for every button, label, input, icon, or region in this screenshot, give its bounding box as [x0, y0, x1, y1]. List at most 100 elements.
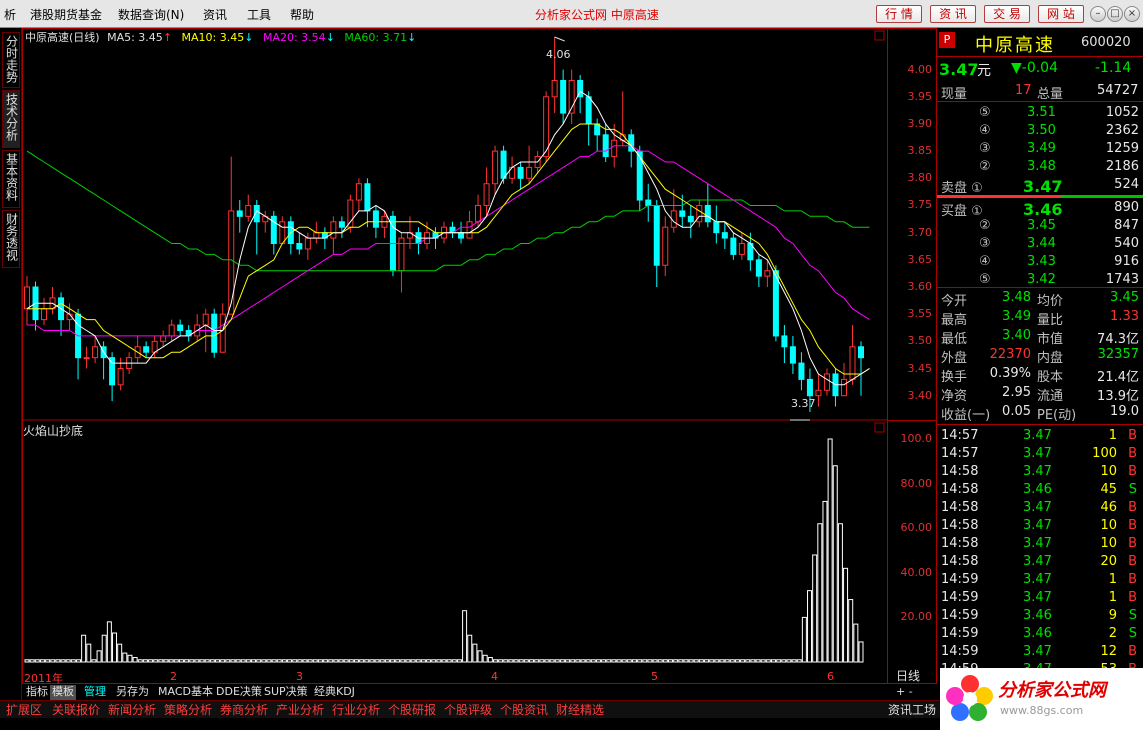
chart-canvas[interactable] — [23, 29, 887, 683]
indicator-bar — [482, 654, 488, 663]
candle-body — [372, 210, 379, 228]
bid-row[interactable]: ④ 3.43 916 — [937, 254, 1143, 272]
zoom-controls[interactable]: + - — [896, 685, 913, 698]
tick-time: 14:57 — [941, 428, 979, 443]
indicator-tab[interactable]: 指标 — [24, 685, 50, 700]
cur-vol: 17 — [1015, 83, 1032, 98]
candle-body — [849, 346, 856, 380]
candle-body — [526, 166, 533, 179]
indicator-bar — [647, 659, 653, 663]
indicator-bar — [359, 659, 365, 663]
indicator-bar — [70, 659, 76, 663]
stat-label: 最低 — [941, 332, 968, 347]
menu-item-help[interactable]: 帮助 — [290, 6, 314, 23]
tab-fundamentals[interactable]: 基本资料 — [2, 150, 20, 208]
indicator-bar — [570, 659, 576, 663]
indicator-bar — [848, 599, 854, 663]
menu-item-tools[interactable]: 工具 — [247, 6, 271, 23]
status-tab[interactable]: 关联报价 — [50, 702, 102, 718]
indicator-bar — [50, 659, 56, 663]
indicator-bar — [173, 659, 179, 663]
ask-row[interactable]: ⑤ 3.51 1052 — [937, 105, 1143, 123]
indicator-tab[interactable]: SUP决策 — [262, 685, 310, 700]
bid-row[interactable]: 买盘 ① 3.46 890 — [937, 200, 1143, 219]
stat-label: PE(动) — [1037, 408, 1077, 423]
level-price: 3.44 — [1027, 236, 1056, 251]
info-button[interactable]: 资 讯 — [930, 5, 976, 23]
ask-row[interactable]: ③ 3.49 1259 — [937, 141, 1143, 159]
tick-side: S — [1128, 626, 1137, 641]
candle-body — [143, 346, 150, 353]
level-price: 3.48 — [1027, 159, 1056, 174]
candle-body — [24, 286, 30, 310]
info-workshop[interactable]: 资讯工场 — [886, 702, 938, 718]
quote-panel: P 中原高速 600020 3.47 元 ▼-0.04 -1.14 现量 17 … — [937, 28, 1143, 700]
status-tab[interactable]: 个股资讯 — [498, 702, 550, 718]
tick-price: 3.47 — [1023, 644, 1052, 659]
indicator-bar — [791, 659, 797, 663]
tick-volume: 12 — [1100, 644, 1117, 659]
status-tab[interactable]: 券商分析 — [218, 702, 270, 718]
status-tab[interactable]: 策略分析 — [162, 702, 214, 718]
bid-row[interactable]: ② 3.45 847 — [937, 218, 1143, 236]
status-tab[interactable]: 财经精选 — [554, 702, 606, 718]
quote-button[interactable]: 行 情 — [876, 5, 922, 23]
candle-body — [168, 324, 175, 337]
candle-body — [730, 237, 737, 255]
tab-technical[interactable]: 技术分析 — [2, 90, 20, 148]
period-label[interactable]: 日线 — [896, 667, 920, 684]
stat-value: 0.05 — [1002, 404, 1031, 419]
ask-row[interactable]: ④ 3.50 2362 — [937, 123, 1143, 141]
indicator-bar — [287, 659, 293, 663]
ask-row[interactable]: ② 3.48 2186 — [937, 159, 1143, 177]
pane2-maximize-icon[interactable] — [874, 422, 885, 433]
indicator-bar — [214, 659, 220, 663]
indicator-tab[interactable]: 模板 — [50, 685, 76, 700]
indicator-bar — [719, 659, 725, 663]
indicator-bar — [534, 659, 540, 663]
status-tab[interactable]: 产业分析 — [274, 702, 326, 718]
chart-area[interactable]: 中原高速(日线) MA5: 3.45↑ MA10: 3.45↓ MA20: 3.… — [22, 28, 888, 685]
indicator-bar — [240, 659, 246, 663]
indicator-bar — [168, 659, 174, 663]
indicator-bar — [266, 659, 272, 663]
indicator-bar — [34, 659, 40, 663]
indicator-tab[interactable]: 管理 — [82, 685, 108, 700]
indicator-bar — [549, 659, 555, 663]
menu-item-data-query[interactable]: 数据查询(N) — [118, 6, 184, 23]
pane-maximize-icon[interactable] — [874, 30, 885, 41]
status-tab[interactable]: 新闻分析 — [106, 702, 158, 718]
indicator-tab[interactable]: 经典KDJ — [312, 685, 357, 700]
indicator-bar — [580, 659, 586, 663]
menu-item-news[interactable]: 资讯 — [203, 6, 227, 23]
indicator-tab[interactable]: DDE决策 — [214, 685, 264, 700]
tab-financials[interactable]: 财务透视 — [2, 210, 20, 268]
indicator-tab[interactable]: 另存为 — [114, 685, 151, 700]
menu-item-hk-futures[interactable]: 港股期货基金 — [30, 6, 102, 23]
close-icon[interactable]: × — [1124, 6, 1140, 22]
bid-row[interactable]: ③ 3.44 540 — [937, 236, 1143, 254]
indicator-bar — [55, 659, 61, 663]
price-axis: 4.00 3.95 3.90 3.85 3.80 3.75 3.70 3.65 3.60 3.55… — [888, 28, 937, 698]
status-tab[interactable]: 行业分析 — [330, 702, 382, 718]
status-tab[interactable]: 个股评级 — [442, 702, 494, 718]
menu-item-analysis[interactable]: 析 — [4, 6, 16, 23]
ma60-label: MA60: 3.71 — [344, 31, 408, 44]
maximize-icon[interactable]: □ — [1107, 6, 1123, 22]
tab-intraday[interactable]: 分时走势 — [2, 32, 20, 88]
indicator-bar — [333, 659, 339, 663]
candle-body — [279, 221, 286, 245]
indicator-tab[interactable]: MACD基本 — [156, 685, 215, 700]
status-tab[interactable]: 个股研报 — [386, 702, 438, 718]
stat-row: 最低 3.40 市值 74.3亿 — [937, 328, 1143, 347]
website-button[interactable]: 网 站 — [1038, 5, 1084, 23]
minimize-icon[interactable]: – — [1090, 6, 1106, 22]
indicator-bar — [652, 659, 658, 663]
status-tab[interactable]: 扩展区 — [4, 702, 44, 718]
indicator-bar — [786, 659, 792, 663]
stat-value: 21.4亿 — [1097, 370, 1139, 385]
tick-volume: 10 — [1100, 518, 1117, 533]
trade-button[interactable]: 交 易 — [984, 5, 1030, 23]
ask-row[interactable]: 卖盘 ① 3.47 524 — [937, 177, 1143, 196]
tick-side: B — [1128, 572, 1137, 587]
